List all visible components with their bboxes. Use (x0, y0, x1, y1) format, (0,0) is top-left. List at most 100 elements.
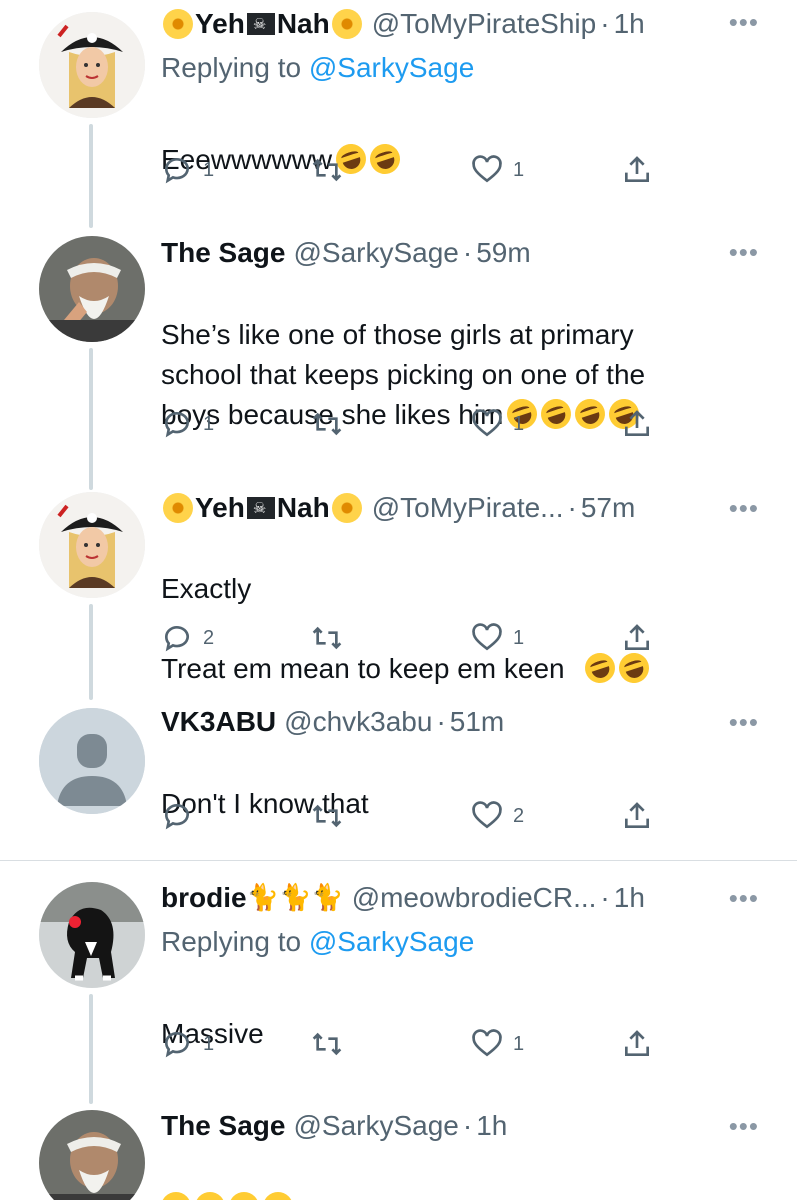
more-options-icon[interactable]: ••• (729, 700, 759, 744)
like-button[interactable]: 2 (471, 800, 524, 832)
avatar[interactable] (39, 492, 145, 598)
reply-button[interactable]: 1 (161, 1028, 214, 1060)
name-text: brodie (161, 882, 247, 913)
replying-to: Replying to @SarkySage (161, 48, 474, 88)
separator-dot: · (462, 237, 473, 268)
display-name[interactable]: The Sage (161, 231, 285, 275)
more-options-icon[interactable]: ••• (729, 876, 759, 920)
more-options-icon[interactable]: ••• (729, 486, 759, 530)
retweet-button[interactable] (311, 622, 353, 654)
black-cat-emoji-icon: 🐈 (311, 883, 344, 913)
reply-count: 2 (203, 626, 215, 649)
like-count: 1 (513, 1032, 525, 1055)
cat-emoji-icon: 🐈 (278, 883, 312, 913)
like-button[interactable]: 1 (471, 154, 524, 186)
retweet-icon (312, 1032, 342, 1056)
face-with-tears-of-joy-emoji-icon (229, 1192, 259, 1200)
share-button[interactable] (621, 154, 653, 186)
handle[interactable]: @SarkySage (293, 1104, 458, 1148)
default-profile-icon (39, 708, 145, 814)
pirate-flag-emoji-icon (246, 13, 275, 35)
more-options-icon[interactable]: ••• (729, 230, 759, 274)
reply-icon (165, 158, 189, 184)
display-name[interactable]: VK3ABU (161, 700, 276, 744)
avatar[interactable] (39, 882, 145, 988)
more-options-icon[interactable]: ••• (729, 0, 759, 44)
retweet-icon (312, 626, 342, 650)
heart-icon (472, 409, 502, 437)
face-with-tears-of-joy-emoji-icon (195, 1192, 225, 1200)
replying-label: Replying to (161, 52, 302, 83)
share-icon (625, 410, 649, 436)
timestamp[interactable]: 1h (614, 876, 645, 920)
tweet[interactable]: The Sage @SarkySage · 1h ••• (0, 1104, 797, 1200)
like-count: 1 (513, 412, 525, 435)
sage-avatar-icon (39, 1110, 145, 1200)
timestamp[interactable]: 51m (450, 700, 504, 744)
reply-count: 1 (203, 412, 215, 435)
flower-emoji-icon (331, 493, 362, 523)
share-button[interactable] (621, 1028, 653, 1060)
timestamp[interactable]: 1h (614, 2, 645, 46)
conversation-divider (0, 860, 797, 861)
name-part: Nah (276, 8, 330, 39)
like-button[interactable]: 1 (471, 1028, 524, 1060)
avatar[interactable] (39, 12, 145, 118)
like-count: 1 (513, 626, 525, 649)
avatar[interactable] (39, 236, 145, 342)
display-name[interactable]: Yeh Nah (161, 486, 364, 530)
tweet-actions: 2 (161, 800, 661, 840)
avatar[interactable] (39, 1110, 145, 1200)
share-icon (625, 156, 649, 182)
pirate-avatar-icon (39, 492, 145, 598)
share-button[interactable] (621, 622, 653, 654)
tweet-actions: 2 1 (161, 622, 661, 662)
mention-link[interactable]: @SarkySage (309, 52, 474, 83)
display-name[interactable]: Yeh Nah (161, 2, 364, 46)
like-button[interactable]: 1 (471, 622, 524, 654)
retweet-button[interactable] (311, 408, 353, 440)
handle[interactable]: @SarkySage (293, 231, 458, 275)
tweet-actions: 1 1 (161, 1028, 661, 1068)
reply-icon (165, 804, 189, 830)
handle[interactable]: @ToMyPirate... (372, 486, 564, 530)
face-with-tears-of-joy-emoji-icon (263, 1192, 293, 1200)
like-button[interactable]: 1 (471, 408, 524, 440)
retweet-button[interactable] (311, 154, 353, 186)
retweet-button[interactable] (311, 1028, 353, 1060)
share-button[interactable] (621, 408, 653, 440)
share-icon (625, 802, 649, 828)
timestamp[interactable]: 1h (476, 1104, 507, 1148)
display-name[interactable]: brodie 🐈 🐈 🐈 (161, 876, 344, 920)
handle[interactable]: @ToMyPirateShip (372, 2, 597, 46)
reply-button[interactable]: 1 (161, 154, 214, 186)
reply-button[interactable]: 2 (161, 622, 214, 654)
name-part: Yeh (195, 8, 245, 39)
heart-icon (472, 1029, 502, 1057)
separator-dot: · (436, 706, 446, 737)
reply-icon (165, 1032, 189, 1058)
handle[interactable]: @meowbrodieCR... (352, 876, 597, 920)
reply-button[interactable] (161, 800, 203, 832)
timestamp[interactable]: 59m (476, 231, 530, 275)
timestamp[interactable]: 57m (581, 486, 635, 530)
share-button[interactable] (621, 800, 653, 832)
tweet-actions: 1 1 (161, 154, 661, 194)
like-count: 2 (513, 804, 525, 827)
retweet-icon (312, 412, 342, 436)
avatar[interactable] (39, 708, 145, 814)
thread-line (89, 994, 93, 1104)
flower-emoji-icon (163, 9, 193, 39)
thread-line (89, 604, 93, 700)
retweet-icon (312, 158, 342, 182)
mention-link[interactable]: @SarkySage (309, 926, 474, 957)
display-name[interactable]: The Sage (161, 1104, 285, 1148)
retweet-icon (312, 804, 342, 828)
cat-avatar-icon (39, 882, 145, 988)
like-count: 1 (513, 158, 525, 181)
reply-button[interactable]: 1 (161, 408, 214, 440)
replying-label: Replying to (161, 926, 302, 957)
retweet-button[interactable] (311, 800, 353, 832)
handle[interactable]: @chvk3abu (284, 700, 432, 744)
more-options-icon[interactable]: ••• (729, 1104, 759, 1148)
